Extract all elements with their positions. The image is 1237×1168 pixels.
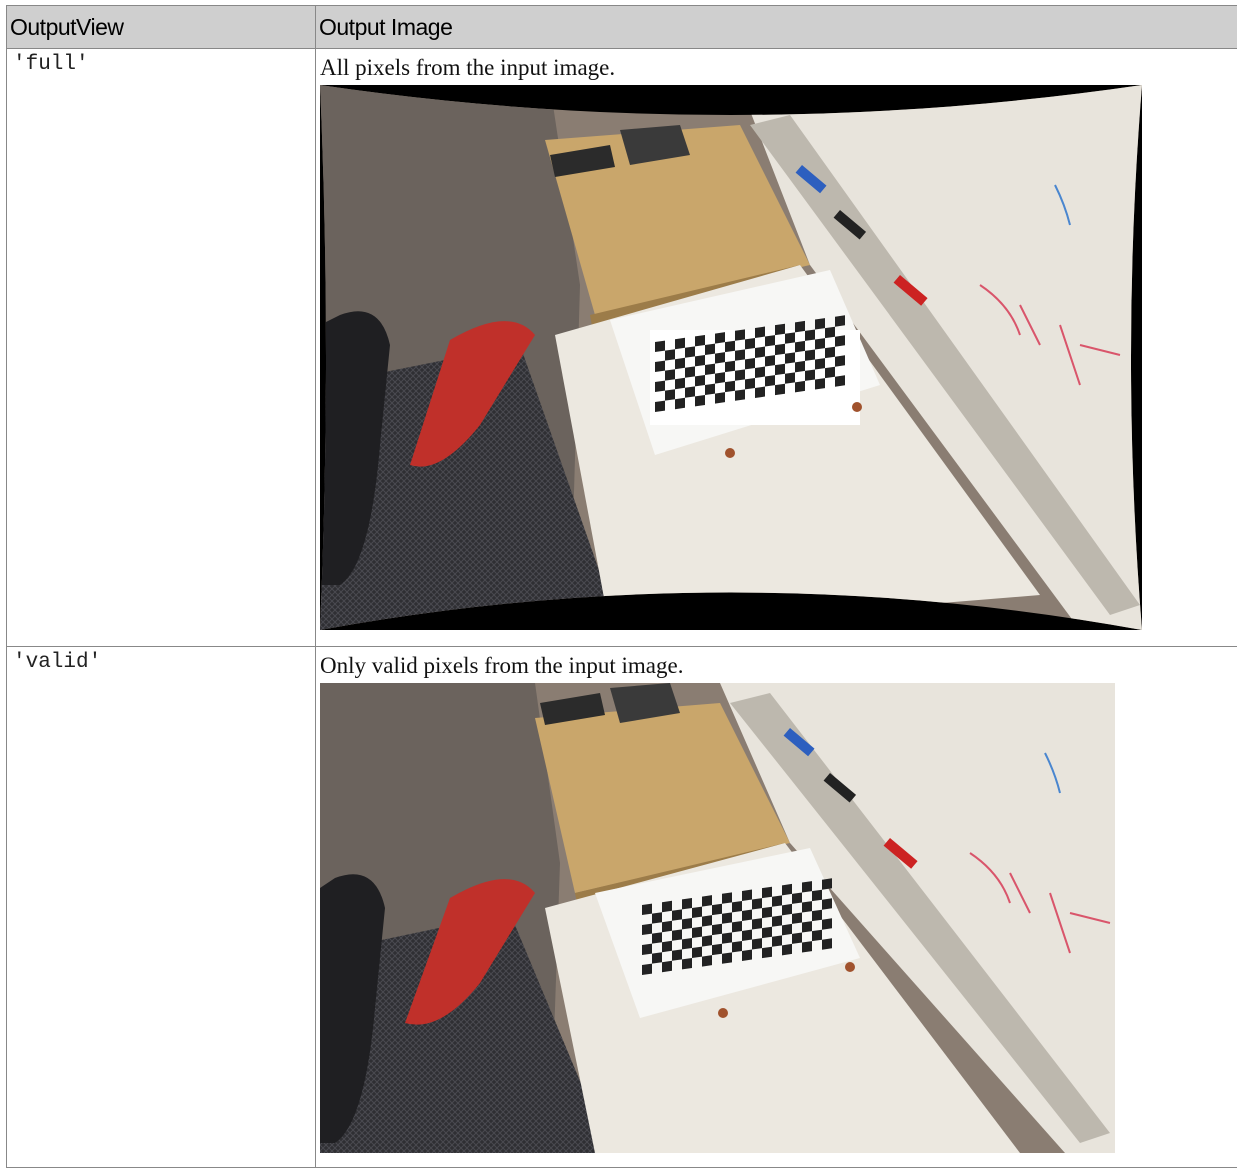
header-outputview: OutputView [6, 5, 316, 49]
view-value: 'full' [13, 53, 89, 76]
image-description: Only valid pixels from the input image. [320, 653, 684, 678]
table-row: 'valid' Only valid pixels from the input… [6, 646, 1237, 1168]
header-output-image: Output Image [315, 5, 1237, 49]
table-header-row: OutputView Output Image [6, 5, 1237, 49]
view-cell: 'full' [6, 48, 316, 647]
image-cell: Only valid pixels from the input image. [315, 646, 1237, 1168]
table-row: 'full' All pixels from the input image. [6, 48, 1237, 647]
output-view-table: OutputView Output Image 'full' All pixel… [6, 5, 1237, 1168]
image-description: All pixels from the input image. [320, 55, 616, 80]
full-output-image [320, 85, 1142, 630]
valid-output-image [320, 683, 1115, 1153]
view-cell: 'valid' [6, 646, 316, 1168]
view-value: 'valid' [13, 651, 102, 674]
image-cell: All pixels from the input image. [315, 48, 1237, 647]
